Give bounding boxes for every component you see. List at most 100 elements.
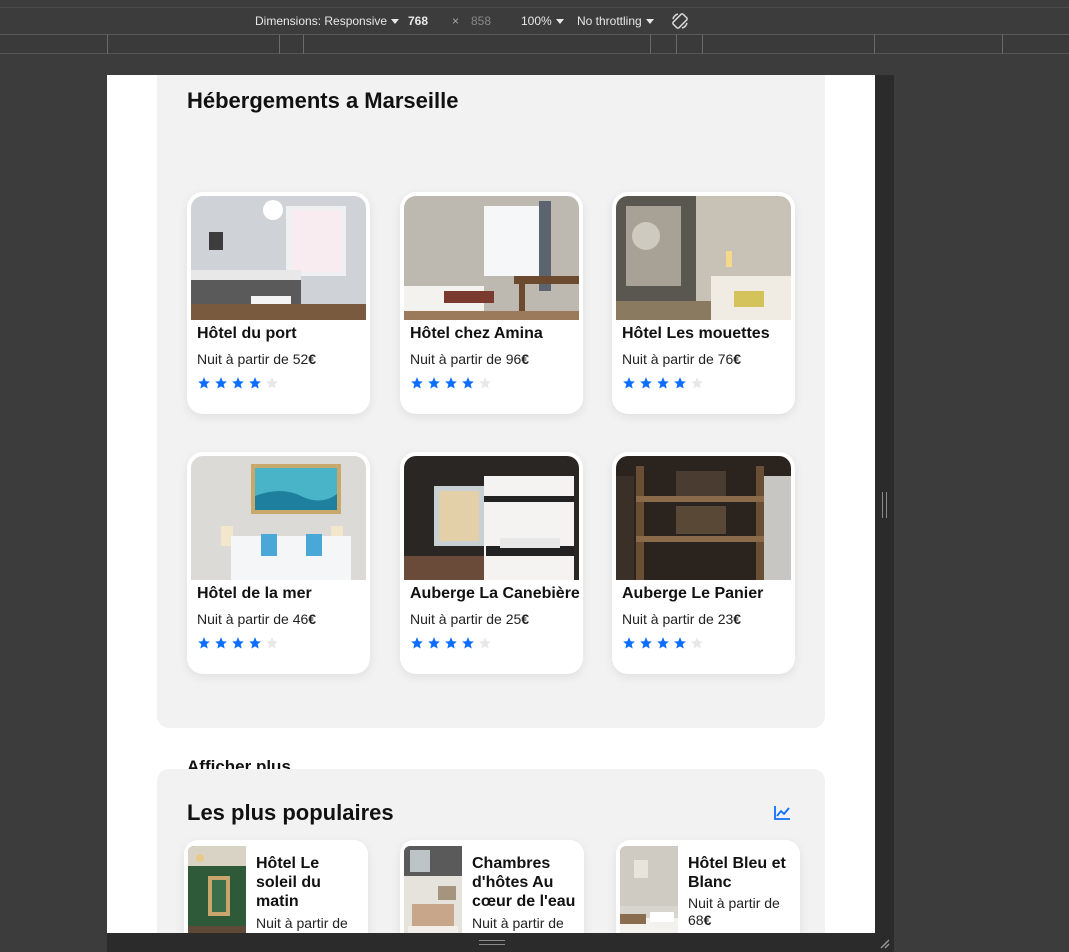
hotel-card[interactable]: Hôtel du port Nuit à partir de 52€ xyxy=(187,192,370,414)
price-currency: € xyxy=(733,611,742,627)
star-icon xyxy=(231,376,245,390)
star-icon xyxy=(461,376,475,390)
hotel-price: Nuit à partir de 76€ xyxy=(622,351,741,367)
star-icon xyxy=(444,376,458,390)
star-icon xyxy=(197,376,211,390)
price-label: Nuit à partir de xyxy=(410,611,506,627)
chevron-down-icon xyxy=(555,19,564,25)
price-label: Nuit à partir de xyxy=(197,351,293,367)
star-icon xyxy=(427,636,441,650)
popular-card[interactable]: Chambres d'hôtes Au cœur de l'eau Nuit à… xyxy=(400,840,584,933)
devtools-top-strip xyxy=(0,0,1069,8)
popular-card[interactable]: Hôtel Bleu et Blanc Nuit à partir de 68€ xyxy=(616,840,800,933)
rotate-icon[interactable] xyxy=(670,11,690,34)
price-currency: € xyxy=(308,351,317,367)
price-amount: 46 xyxy=(292,611,309,627)
hotel-card[interactable]: Auberge Le Panier Nuit à partir de 23€ xyxy=(612,452,795,674)
star-icon xyxy=(656,636,670,650)
hotel-name: Hôtel du port xyxy=(197,325,297,342)
device-toolbar: Dimensions: Responsive 768 × 858 100% No… xyxy=(0,8,1069,35)
section-title: Les plus populaires xyxy=(187,800,394,825)
star-icon xyxy=(231,636,245,650)
hotel-photo xyxy=(616,456,791,580)
rating-stars xyxy=(622,636,707,650)
price-label: Nuit à partir de xyxy=(410,351,506,367)
star-icon xyxy=(639,636,653,650)
viewport-resize-handle-right[interactable] xyxy=(875,75,894,933)
hotel-name: Hôtel chez Amina xyxy=(410,325,543,342)
devtools-toolbar: Dimensions: Responsive 768 × 858 100% No… xyxy=(0,0,1069,55)
star-icon xyxy=(478,636,492,650)
hotel-photo xyxy=(404,456,579,580)
hotel-photo xyxy=(404,846,462,933)
star-icon xyxy=(410,636,424,650)
section-title: Hébergements a Marseille xyxy=(187,88,459,113)
price-amount: 68 xyxy=(688,912,704,928)
price-currency: € xyxy=(703,912,712,928)
dimensions-dropdown[interactable]: Dimensions: Responsive xyxy=(255,14,400,28)
hotel-photo xyxy=(616,196,791,320)
emulated-viewport: Hébergements a Marseille Hôtel du port Nu… xyxy=(107,75,875,933)
price-currency: € xyxy=(733,351,742,367)
hotel-photo xyxy=(404,196,579,320)
hotel-card[interactable]: Hôtel chez Amina Nuit à partir de 96€ xyxy=(400,192,583,414)
dimensions-label: Dimensions: Responsive xyxy=(255,14,388,28)
hotel-card[interactable]: Hôtel de la mer Nuit à partir de 46€ xyxy=(187,452,370,674)
rating-stars xyxy=(410,376,495,390)
rating-stars xyxy=(197,376,282,390)
popular-section: Les plus populaires Hôtel Le soleil du m… xyxy=(157,769,825,933)
popular-card-price: Nuit à partir de xyxy=(472,915,564,931)
hotel-price: Nuit à partir de 23€ xyxy=(622,611,741,627)
price-currency: € xyxy=(521,611,530,627)
hotel-photo xyxy=(188,846,246,933)
hotel-price: Nuit à partir de 46€ xyxy=(197,611,316,627)
star-icon xyxy=(197,636,211,650)
popular-card-name: Hôtel Le soleil du matin xyxy=(256,855,321,910)
hotel-name: Hôtel Les mouettes xyxy=(622,325,770,342)
price-amount: 25 xyxy=(505,611,522,627)
star-icon xyxy=(478,376,492,390)
chevron-down-icon xyxy=(391,19,400,25)
star-icon xyxy=(248,636,262,650)
star-icon xyxy=(427,376,441,390)
zoom-dropdown[interactable]: 100% xyxy=(521,14,564,28)
star-icon xyxy=(214,636,228,650)
price-currency: € xyxy=(308,611,317,627)
hotel-name: Auberge La Canebière xyxy=(410,585,580,602)
price-amount: 52 xyxy=(292,351,309,367)
star-icon xyxy=(622,376,636,390)
corner-resize-icon[interactable] xyxy=(878,937,890,949)
price-label: Nuit à partir de xyxy=(197,611,293,627)
height-input[interactable]: 858 xyxy=(471,14,491,28)
hotel-photo xyxy=(620,846,678,933)
star-icon xyxy=(673,636,687,650)
popular-card-name: Chambres d'hôtes Au cœur de l'eau xyxy=(472,855,576,910)
throttling-label: No throttling xyxy=(577,14,642,28)
hotel-name: Hôtel de la mer xyxy=(197,585,312,602)
star-icon xyxy=(248,376,262,390)
resize-grip-icon xyxy=(882,492,887,518)
popular-card[interactable]: Hôtel Le soleil du matin Nuit à partir d… xyxy=(184,840,368,933)
price-currency: € xyxy=(521,351,530,367)
throttling-dropdown[interactable]: No throttling xyxy=(577,14,654,28)
price-label: Nuit à partir de xyxy=(688,895,780,911)
lodging-section: Hébergements a Marseille Hôtel du port Nu… xyxy=(157,75,825,776)
hotel-price: Nuit à partir de 96€ xyxy=(410,351,529,367)
popular-card-price: Nuit à partir de 68€ xyxy=(688,895,796,929)
width-input[interactable]: 768 xyxy=(408,14,428,28)
times-icon: × xyxy=(452,14,460,28)
viewport-resize-handle-bottom[interactable] xyxy=(107,933,894,952)
hotel-card[interactable]: Hôtel Les mouettes Nuit à partir de 76€ xyxy=(612,192,795,414)
star-icon xyxy=(639,376,653,390)
star-icon xyxy=(410,376,424,390)
price-amount: 23 xyxy=(717,611,734,627)
rating-stars xyxy=(410,636,495,650)
trending-up-icon[interactable] xyxy=(773,805,791,821)
media-query-ruler[interactable] xyxy=(0,35,1069,54)
hotel-name: Auberge Le Panier xyxy=(622,585,764,602)
star-icon xyxy=(265,636,279,650)
popular-card-name: Hôtel Bleu et Blanc xyxy=(688,855,786,891)
hotel-card[interactable]: Auberge La Canebière Nuit à partir de 25€ xyxy=(400,452,583,674)
resize-grip-icon xyxy=(479,940,505,945)
price-amount: 96 xyxy=(505,351,522,367)
